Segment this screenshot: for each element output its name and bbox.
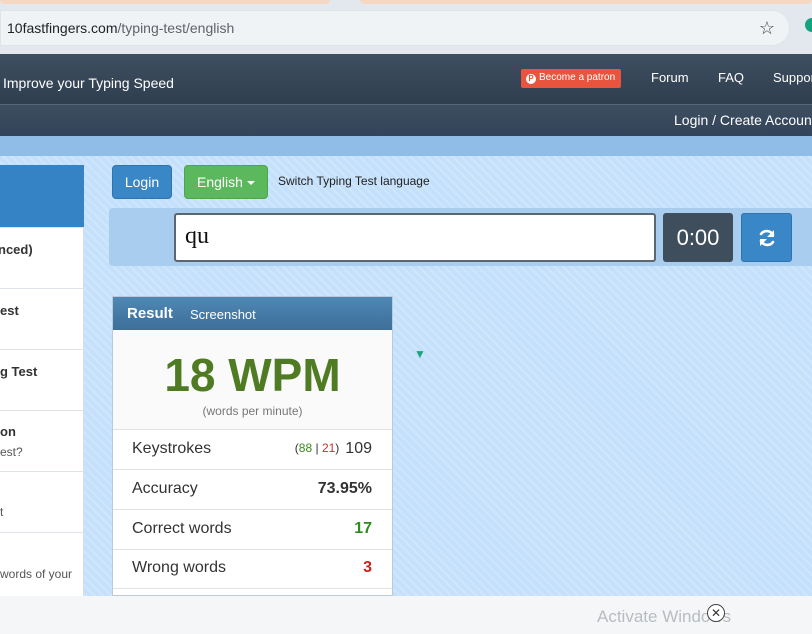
sidebar-item-title: est (0, 303, 19, 318)
bookmark-star-icon[interactable]: ☆ (759, 18, 775, 38)
url-domain: 10fastfingers.com (7, 20, 118, 36)
switch-language-text: Switch Typing Test language (278, 174, 430, 188)
refresh-icon (759, 229, 775, 247)
url-text: 10fastfingers.com/typing-test/english (7, 20, 234, 36)
login-create-account-link[interactable]: Login / Create Accoun (674, 112, 812, 128)
address-bar[interactable]: 10fastfingers.com/typing-test/english ☆ (0, 10, 790, 46)
accuracy-value: 73.95% (317, 480, 372, 497)
sidebar-item-subtitle: words of your (0, 567, 73, 581)
sidebar-item[interactable]: t (0, 471, 84, 532)
stat-row-accuracy: Accuracy 73.95% (113, 470, 392, 510)
correct-words-value: 17 (354, 520, 372, 537)
close-ad-icon[interactable]: ✕ (707, 604, 725, 622)
keystrokes-correct: 88 (298, 441, 313, 455)
filter-icon: ▼ (414, 347, 426, 361)
typing-input[interactable]: qu (174, 213, 656, 262)
correct-words-label: Correct words (132, 520, 232, 537)
result-header: Result Screenshot (113, 297, 392, 330)
sidebar-item[interactable]: words of your (0, 532, 84, 593)
url-path: /typing-test/english (117, 20, 235, 36)
keystrokes-separator: | (315, 441, 319, 455)
tab-right[interactable] (360, 0, 812, 4)
keystrokes-label: Keystrokes (132, 440, 212, 457)
login-button[interactable]: Login (112, 165, 172, 199)
stat-row-keystrokes: Keystrokes (88 | 21) 109 (113, 430, 392, 470)
wpm-value: 18 WPM (164, 349, 341, 401)
stat-row-wrong-words: Wrong words 3 (113, 549, 392, 589)
keystrokes-value: (88 | 21) 109 (295, 440, 372, 458)
tab-left[interactable] (0, 0, 330, 4)
sidebar-header (0, 165, 84, 227)
profile-icon[interactable] (805, 18, 812, 32)
nav-support[interactable]: Suppor (773, 70, 812, 85)
tab-strip (0, 0, 812, 6)
wrong-words-label: Wrong words (132, 559, 226, 576)
site-header: Improve your Typing Speed P Become a patr… (0, 54, 812, 104)
language-dropdown[interactable]: English (184, 165, 268, 199)
header-divider (0, 136, 812, 156)
ad-bar: Activate Windows ✕ (0, 596, 812, 634)
sidebar-item-title: on (0, 424, 16, 439)
patreon-icon: P (526, 74, 536, 84)
timer: 0:00 (663, 213, 733, 262)
sidebar-item[interactable]: on est? (0, 410, 84, 471)
wpm-box: 18 WPM (words per minute) (113, 330, 392, 430)
sidebar-item-title: g Test (0, 364, 38, 379)
subnav: Login / Create Accoun (0, 104, 812, 136)
keystrokes-breakdown: (88 | 21) (294, 441, 340, 455)
keystrokes-total: 109 (345, 440, 372, 457)
keystrokes-wrong: 21 (321, 441, 336, 455)
wpm-subtitle: (words per minute) (202, 404, 303, 418)
sidebar: nced) est g Test on est? t words of your (0, 165, 84, 596)
browser-toolbar: 10fastfingers.com/typing-test/english ☆ (0, 0, 812, 54)
become-patron-button[interactable]: P Become a patron (521, 69, 621, 88)
accuracy-label: Accuracy (132, 480, 198, 497)
reload-button[interactable] (741, 213, 792, 262)
result-panel: Result Screenshot 18 WPM (words per minu… (112, 296, 393, 596)
wrong-words-value: 3 (363, 559, 372, 576)
caret-down-icon (246, 181, 255, 185)
sidebar-item-title: nced) (0, 242, 33, 257)
sidebar-item[interactable]: g Test (0, 349, 84, 410)
language-label: English (197, 174, 243, 190)
site-brand[interactable]: Improve your Typing Speed (3, 75, 174, 91)
sidebar-item-subtitle: est? (0, 445, 23, 459)
nav-forum[interactable]: Forum (651, 70, 689, 85)
patron-label: Become a patron (539, 72, 616, 83)
sidebar-item-subtitle: t (0, 505, 4, 519)
screenshot-link[interactable]: Screenshot (190, 307, 256, 322)
result-title: Result (127, 305, 173, 322)
sidebar-item[interactable]: est (0, 288, 84, 349)
nav-faq[interactable]: FAQ (718, 70, 744, 85)
stat-row-correct-words: Correct words 17 (113, 510, 392, 550)
sidebar-item[interactable]: nced) (0, 227, 84, 288)
